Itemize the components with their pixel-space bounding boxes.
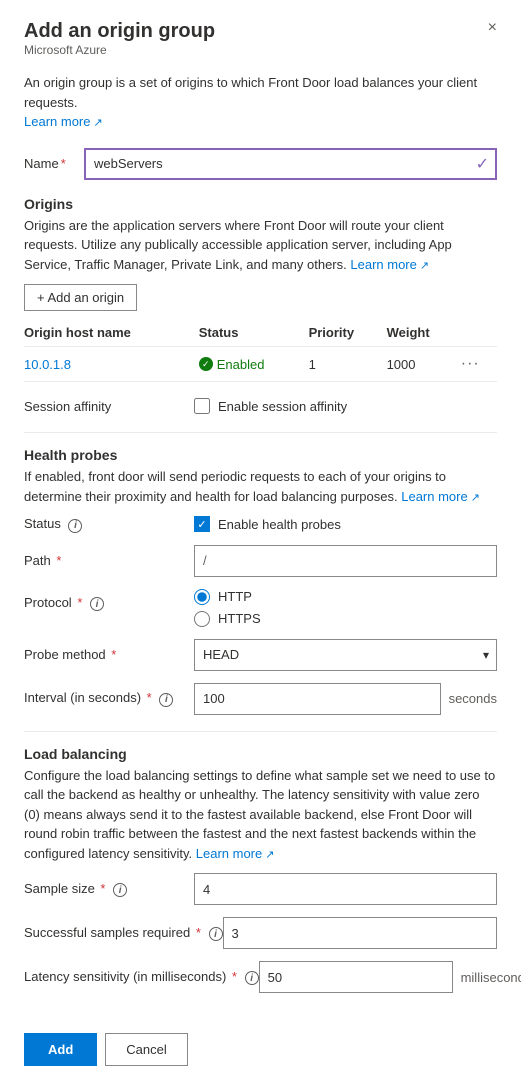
latency-input[interactable] [259,961,453,993]
interval-input-group: seconds [194,683,497,715]
enable-health-probes-checkbox[interactable]: ✓ [194,516,210,532]
origins-title: Origins [24,196,497,212]
health-path-label: Path * [24,553,194,568]
close-button[interactable]: × [488,20,497,36]
add-origin-button[interactable]: + Add an origin [24,284,137,311]
health-probes-title: Health probes [24,447,497,463]
panel-title: Add an origin group [24,20,215,43]
interval-suffix: seconds [449,691,497,706]
status-check-icon: ✓ [199,357,213,371]
sample-size-info-icon[interactable]: i [113,883,127,897]
session-affinity-checkbox[interactable] [194,398,210,414]
load-balancing-title: Load balancing [24,746,497,762]
load-balancing-description: Configure the load balancing settings to… [24,766,497,864]
probe-method-select[interactable]: HEAD GET [194,639,497,671]
panel-header: Add an origin group Microsoft Azure × [24,20,497,71]
status-info-icon[interactable]: i [68,519,82,533]
interval-input[interactable] [194,683,441,715]
health-protocol-label: Protocol * i [24,589,194,612]
bottom-buttons: Add Cancel [24,1017,497,1066]
cancel-button[interactable]: Cancel [105,1033,187,1066]
status-enabled: ✓ Enabled [199,357,305,372]
origin-actions-cell: ··· [461,347,497,382]
successful-samples-info-icon[interactable]: i [209,927,223,941]
sample-size-row: Sample size * i [24,873,497,905]
origins-section: Origins Origins are the application serv… [24,196,497,383]
status-label: Enabled [217,357,265,372]
enable-health-probes-row: ✓ Enable health probes [194,516,341,532]
load-balancing-learn-more-link[interactable]: Learn more [196,846,275,861]
sample-size-input[interactable] [194,873,497,905]
health-status-row: Status i ✓ Enable health probes [24,516,497,533]
col-origin-host: Origin host name [24,321,199,347]
interval-row: Interval (in seconds) * i seconds [24,683,497,715]
origin-status-cell: ✓ Enabled [199,347,309,382]
successful-samples-input[interactable] [223,917,498,949]
intro-description: An origin group is a set of origins to w… [24,73,497,132]
protocol-http-row: HTTP [194,589,261,605]
intro-section: An origin group is a set of origins to w… [24,73,497,132]
protocol-http-radio[interactable] [194,589,210,605]
sample-size-label: Sample size * i [24,881,194,898]
interval-info-icon[interactable]: i [159,693,173,707]
origins-learn-more-link[interactable]: Learn more [350,257,429,272]
probe-method-label: Probe method * [24,647,194,662]
origin-weight-cell: 1000 [387,347,461,382]
col-actions [461,321,497,347]
interval-label: Interval (in seconds) * i [24,690,194,707]
protocol-info-icon[interactable]: i [90,597,104,611]
health-probes-learn-more-link[interactable]: Learn more [401,489,480,504]
load-balancing-section: Load balancing Configure the load balanc… [24,746,497,994]
add-button[interactable]: Add [24,1033,97,1066]
successful-samples-label: Successful samples required * i [24,925,223,942]
protocol-https-row: HTTPS [194,611,261,627]
latency-suffix: milliseconds [461,970,521,985]
session-affinity-checkbox-row: Enable session affinity [194,398,347,414]
health-path-row: Path * [24,545,497,577]
col-status: Status [199,321,309,347]
successful-samples-row: Successful samples required * i [24,917,497,949]
name-check-icon: ✓ [476,154,489,174]
enable-health-probes-label: Enable health probes [218,517,341,532]
name-field-row: Name* ✓ [24,148,497,180]
col-priority: Priority [309,321,387,347]
health-path-input[interactable] [194,545,497,577]
health-status-label: Status i [24,516,194,533]
latency-input-group: milliseconds [259,961,521,993]
col-weight: Weight [387,321,461,347]
health-protocol-row: Protocol * i HTTP HTTPS [24,589,497,627]
probe-method-row: Probe method * HEAD GET ▾ [24,639,497,671]
protocol-https-label: HTTPS [218,611,261,626]
intro-learn-more-link[interactable]: Learn more [24,114,103,129]
health-probes-section: Health probes If enabled, front door wil… [24,447,497,715]
latency-info-icon[interactable]: i [245,971,259,985]
protocol-https-radio[interactable] [194,611,210,627]
health-probes-description: If enabled, front door will send periodi… [24,467,497,506]
latency-label: Latency sensitivity (in milliseconds) * … [24,969,259,986]
panel-subtitle: Microsoft Azure [24,43,215,57]
origins-table: Origin host name Status Priority Weight … [24,321,497,382]
latency-row: Latency sensitivity (in milliseconds) * … [24,961,497,993]
name-input[interactable] [84,148,497,180]
name-input-wrapper: ✓ [84,148,497,180]
session-affinity-label: Session affinity [24,399,194,414]
protocol-http-label: HTTP [218,589,252,604]
session-affinity-row: Session affinity Enable session affinity [24,398,497,414]
origin-priority-cell: 1 [309,347,387,382]
probe-method-select-wrapper: HEAD GET ▾ [194,639,497,671]
protocol-radio-group: HTTP HTTPS [194,589,261,627]
table-header-row: Origin host name Status Priority Weight [24,321,497,347]
row-actions-button[interactable]: ··· [461,355,480,373]
origin-host-cell[interactable]: 10.0.1.8 [24,347,199,382]
session-affinity-checkbox-label: Enable session affinity [218,399,347,414]
table-row: 10.0.1.8 ✓ Enabled 1 1000 ··· [24,347,497,382]
divider-2 [24,731,497,732]
divider-1 [24,432,497,433]
add-origin-group-panel: Add an origin group Microsoft Azure × An… [0,0,521,1086]
origins-description: Origins are the application servers wher… [24,216,497,275]
name-label: Name* [24,156,84,171]
